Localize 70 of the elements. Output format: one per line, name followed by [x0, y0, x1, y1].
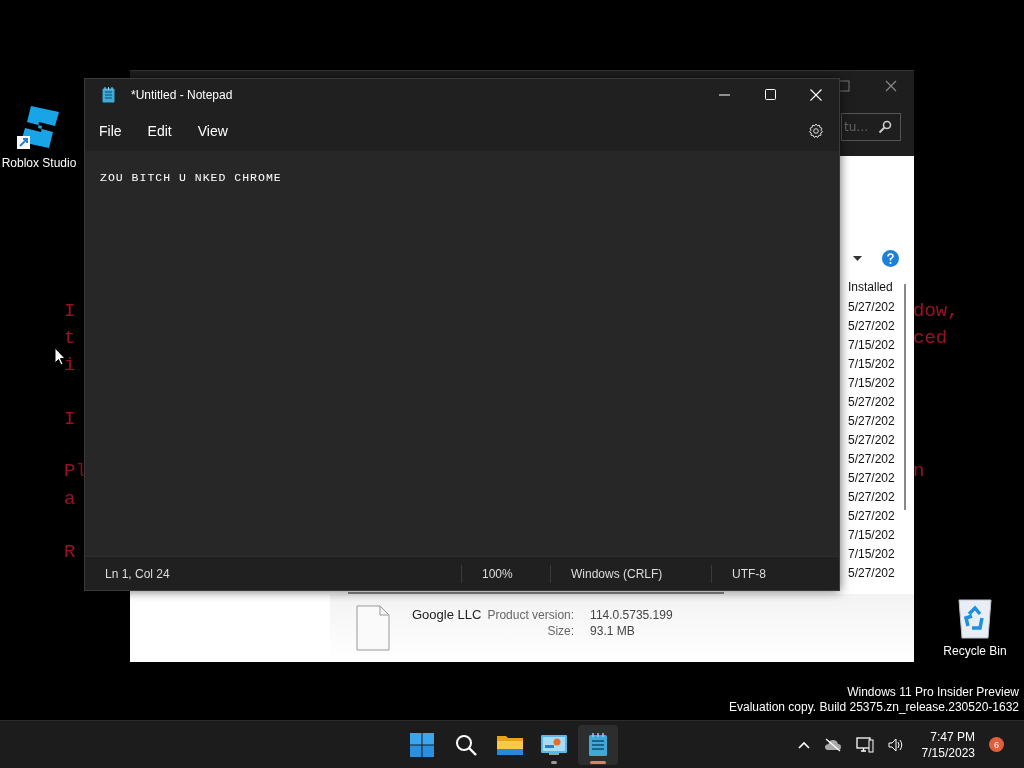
- window-title: *Untitled - Notepad: [131, 87, 233, 102]
- watermark-text: Evaluation copy. Build 25375.zn_release.230520-1632: [729, 700, 1019, 715]
- status-text: UTF-8: [711, 564, 839, 583]
- status-text: 100%: [461, 564, 550, 583]
- text-editor[interactable]: ZOU BITCH U NKED CHROME: [85, 151, 839, 556]
- publisher-text: Google LLC: [412, 606, 482, 622]
- menu-item[interactable]: Edit: [139, 118, 180, 143]
- table-cell-text: 5/27/202: [847, 413, 896, 430]
- desktop-icon[interactable]: Roblox Studio: [0, 104, 78, 170]
- control-panel-icon: [541, 734, 567, 756]
- status-text: Ln 1, Col 24: [104, 565, 171, 583]
- table-cell-text: 7/15/202: [847, 375, 896, 392]
- chevron-up-icon[interactable]: [797, 740, 810, 749]
- folder-icon: [497, 734, 523, 756]
- mouse-cursor-icon: [54, 347, 66, 366]
- desktop-icon[interactable]: Recycle Bin: [942, 596, 1008, 658]
- background-text: a: [64, 490, 76, 509]
- table-cell-text: 7/15/202: [847, 546, 896, 563]
- table-cell-text: 5/27/202: [847, 318, 896, 335]
- file-icon: [356, 605, 390, 651]
- background-text: I: [64, 410, 76, 429]
- clock[interactable]: 7:47 PM 7/15/2023: [921, 728, 975, 761]
- detail-label: Product version:: [487, 607, 575, 622]
- table-cell-text: 5/27/202: [847, 470, 896, 487]
- table-cell-text: 7/15/202: [847, 337, 896, 354]
- dropdown-caret-icon[interactable]: [853, 256, 862, 261]
- background-text: R: [64, 543, 76, 562]
- recycle-bin-icon: [955, 596, 995, 640]
- table-cell-text: 5/27/202: [847, 299, 896, 316]
- background-text: dow,: [913, 302, 959, 321]
- background-text: Pl: [64, 462, 87, 481]
- scrollbar[interactable]: [348, 592, 724, 594]
- search-icon: [455, 734, 477, 756]
- background-text: I: [64, 302, 76, 321]
- detail-value: 93.1 MB: [590, 623, 636, 638]
- table-cell-text: 7/15/202: [847, 356, 896, 373]
- notepad-icon: [588, 733, 608, 757]
- document-text: ZOU BITCH U NKED CHROME: [100, 171, 282, 184]
- table-cell-text: 5/27/202: [847, 565, 896, 582]
- status-text: Windows (CRLF): [550, 564, 711, 583]
- close-icon: [810, 88, 822, 101]
- menu-item[interactable]: View: [189, 118, 236, 143]
- scrollbar[interactable]: [904, 284, 906, 510]
- table-cell-text: 5/27/202: [847, 508, 896, 525]
- background-text: i: [64, 356, 76, 375]
- cloud-off-icon[interactable]: [823, 737, 842, 752]
- volume-icon[interactable]: [887, 737, 904, 752]
- network-icon[interactable]: [855, 736, 874, 753]
- menu-item[interactable]: File: [91, 118, 130, 143]
- help-icon[interactable]: [882, 250, 899, 267]
- detail-value: 114.0.5735.199: [590, 607, 673, 622]
- detail-label: Size:: [546, 623, 575, 638]
- close-icon[interactable]: [885, 80, 897, 92]
- watermark-text: Windows 11 Pro Insider Preview: [847, 685, 1019, 700]
- table-cell-text: 5/27/202: [847, 451, 896, 468]
- background-text: ced: [913, 329, 948, 348]
- search-icon: [878, 120, 892, 134]
- table-cell-text: 5/27/202: [847, 394, 896, 411]
- column-header[interactable]: Installed: [846, 276, 898, 298]
- background-text: t: [64, 329, 76, 348]
- notepad-icon: [102, 86, 115, 103]
- maximize-icon: [764, 89, 776, 100]
- windows-logo-icon: [410, 733, 434, 757]
- notification-badge[interactable]: 6: [989, 737, 1004, 752]
- table-cell-text: 5/27/202: [847, 432, 896, 449]
- table-cell-text: 7/15/202: [847, 527, 896, 544]
- table-cell-text: 5/27/202: [847, 489, 896, 506]
- settings-icon[interactable]: [808, 122, 824, 139]
- minimize-icon: [718, 93, 730, 96]
- background-text: n: [913, 462, 925, 481]
